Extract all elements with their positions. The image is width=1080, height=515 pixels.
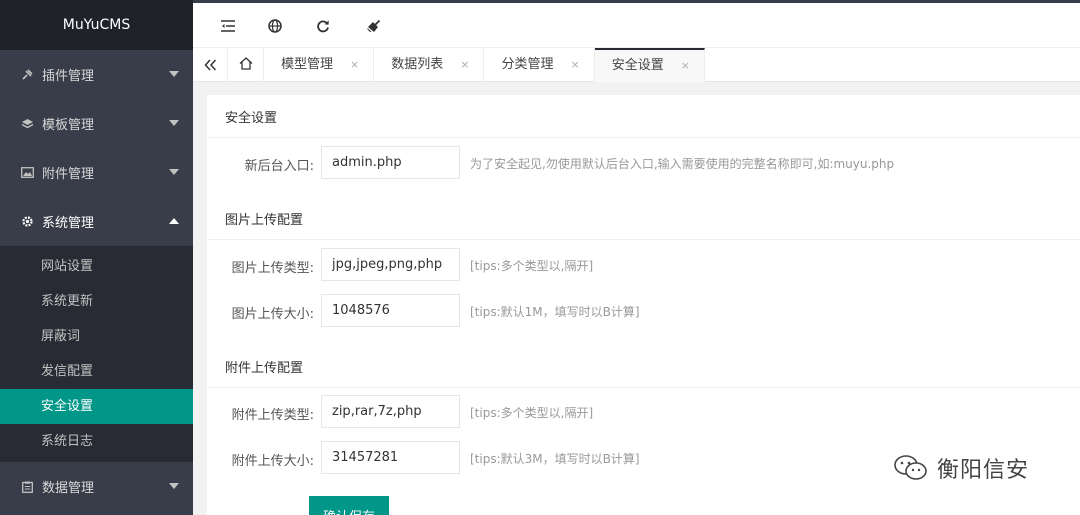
close-icon[interactable]: × (350, 48, 359, 82)
close-icon[interactable]: × (570, 48, 579, 82)
sidebar-item-label: 附件管理 (42, 167, 95, 182)
wechat-icon (893, 454, 929, 482)
form-row-attachment-type: 附件上传类型: [tips:多个类型以,隔开] (207, 395, 1080, 429)
sidebar-item-label: 数据管理 (42, 481, 95, 496)
refresh-icon[interactable] (314, 17, 332, 35)
chevron-up-icon (169, 218, 179, 224)
section-title-attachment-upload: 附件上传配置 (207, 345, 1080, 388)
sidebar-item-label: 插件管理 (42, 69, 95, 84)
admin-entry-tip: 为了安全起见,勿使用默认后台入口,输入需要使用的完整名称即可,如:muyu.ph… (470, 157, 895, 171)
watermark-text: 衡阳信安 (937, 458, 1030, 483)
clipboard-icon (20, 480, 34, 494)
broom-icon[interactable] (364, 17, 382, 35)
form-row-image-size: 图片上传大小: [tips:默认1M，填写时以B计算] (207, 294, 1080, 328)
top-header (193, 0, 1080, 47)
gear-icon (20, 215, 34, 229)
submenu-system: 网站设置 系统更新 屏蔽词 发信配置 安全设置 系统日志 (0, 246, 193, 462)
sidebar-item-label: 模板管理 (42, 118, 95, 133)
app-logo[interactable]: MuYuCMS (0, 0, 193, 50)
save-button[interactable]: 确认保存 (309, 496, 389, 515)
admin-entry-input[interactable] (321, 146, 460, 179)
home-icon (239, 56, 253, 74)
chevron-down-icon (169, 169, 179, 175)
tab-home[interactable] (228, 48, 264, 82)
sidebar-subitem-blocked-words[interactable]: 屏蔽词 (0, 319, 193, 354)
plugin-icon (20, 68, 34, 82)
image-size-tip: [tips:默认1M，填写时以B计算] (470, 305, 640, 319)
chevron-down-icon (169, 483, 179, 489)
image-size-input[interactable] (321, 294, 460, 327)
sidebar-subitem-mail-config[interactable]: 发信配置 (0, 354, 193, 389)
sidebar: MuYuCMS 插件管理 模板管理 附件管理 系统管理 网站设置 系统更新 屏蔽… (0, 0, 193, 515)
sidebar-subitem-system-log[interactable]: 系统日志 (0, 424, 193, 459)
watermark: 衡阳信安 (893, 452, 1029, 484)
globe-icon[interactable] (266, 17, 284, 35)
tab-bar: 模型管理 × 数据列表 × 分类管理 × 安全设置 × (193, 47, 1080, 82)
menu-collapse-icon[interactable] (219, 17, 237, 35)
tab-model-management[interactable]: 模型管理 × (264, 48, 375, 82)
sidebar-item-data[interactable]: 数据管理 (0, 462, 193, 511)
sidebar-item-system[interactable]: 系统管理 (0, 197, 193, 246)
form-row-admin-entry: 新后台入口: 为了安全起见,勿使用默认后台入口,输入需要使用的完整名称即可,如:… (207, 146, 1080, 180)
attachment-type-input[interactable] (321, 395, 460, 428)
sidebar-item-templates[interactable]: 模板管理 (0, 99, 193, 148)
close-icon[interactable]: × (681, 51, 690, 81)
attachment-size-input[interactable] (321, 441, 460, 474)
attachment-size-label: 附件上传大小: (231, 454, 314, 469)
image-size-label: 图片上传大小: (231, 307, 314, 322)
chevron-down-icon (169, 71, 179, 77)
layers-icon (20, 117, 34, 131)
admin-entry-label: 新后台入口: (244, 159, 314, 174)
tab-label: 模型管理 (281, 57, 334, 72)
form-row-image-type: 图片上传类型: [tips:多个类型以,隔开] (207, 248, 1080, 282)
chevron-down-icon (169, 120, 179, 126)
tab-scroll-left-button[interactable] (193, 48, 228, 82)
sidebar-item-attachments[interactable]: 附件管理 (0, 148, 193, 197)
tab-label: 分类管理 (501, 57, 554, 72)
tab-category-management[interactable]: 分类管理 × (484, 48, 595, 82)
attachment-type-tip: [tips:多个类型以,隔开] (470, 406, 594, 420)
section-title-image-upload: 图片上传配置 (207, 197, 1080, 240)
attachment-type-label: 附件上传类型: (231, 408, 314, 423)
image-type-label: 图片上传类型: (231, 261, 314, 276)
attachment-size-tip: [tips:默认3M，填写时以B计算] (470, 452, 640, 466)
sidebar-subitem-security[interactable]: 安全设置 (0, 389, 193, 424)
sidebar-item-plugins[interactable]: 插件管理 (0, 50, 193, 99)
close-icon[interactable]: × (460, 48, 469, 82)
image-icon (20, 166, 34, 180)
image-type-input[interactable] (321, 248, 460, 281)
sidebar-item-label: 系统管理 (42, 216, 95, 231)
image-type-tip: [tips:多个类型以,隔开] (470, 259, 594, 273)
sidebar-subitem-system-update[interactable]: 系统更新 (0, 284, 193, 319)
tab-security-settings[interactable]: 安全设置 × (594, 48, 705, 82)
tab-data-list[interactable]: 数据列表 × (374, 48, 485, 82)
tab-label: 安全设置 (611, 58, 664, 73)
sidebar-subitem-site-settings[interactable]: 网站设置 (0, 249, 193, 284)
tab-label: 数据列表 (391, 57, 444, 72)
section-title-security: 安全设置 (207, 95, 1080, 138)
